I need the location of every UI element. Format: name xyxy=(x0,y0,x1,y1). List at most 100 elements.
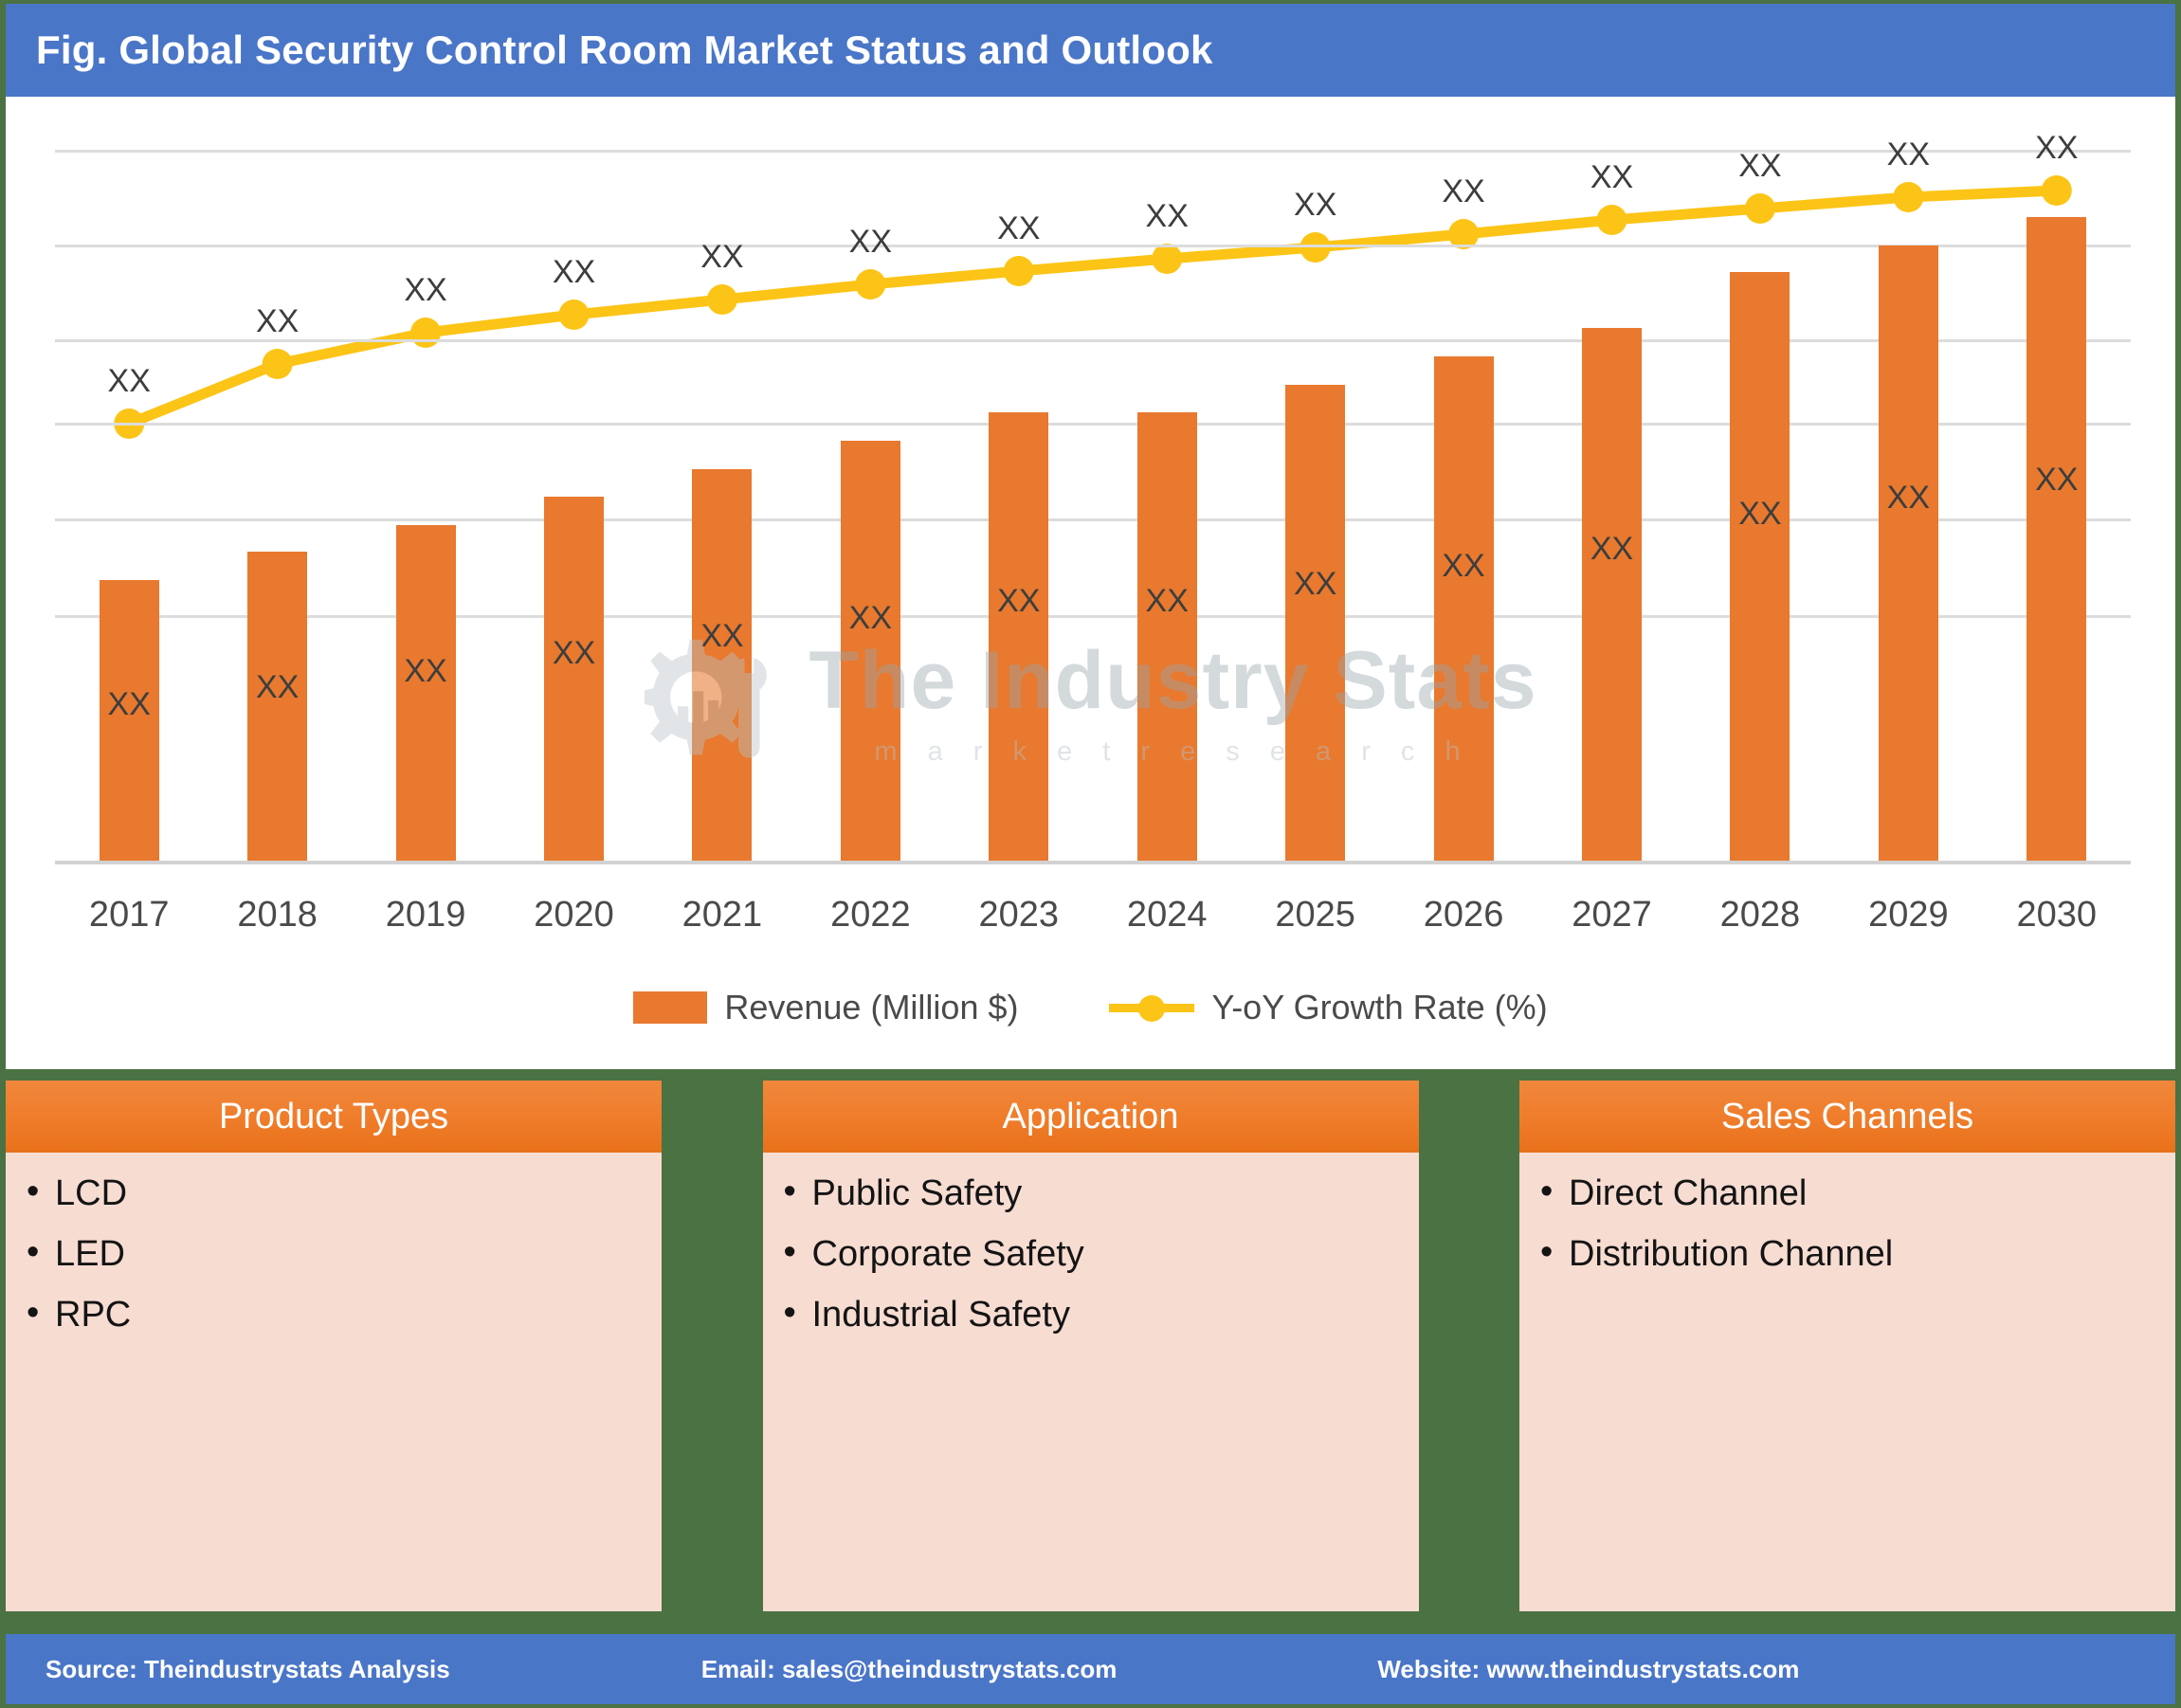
list-item: LCD xyxy=(23,1173,645,1211)
x-axis-tick-2028: 2028 xyxy=(1719,895,1801,935)
bar-value-label-2027: XX xyxy=(1590,530,1634,567)
gridline xyxy=(55,423,2131,426)
x-axis-tick-2030: 2030 xyxy=(2016,895,2098,935)
bar-value-label-2022: XX xyxy=(848,600,893,637)
panel-title-product-types: Product Types xyxy=(6,1081,662,1153)
bar-value-label-2019: XX xyxy=(404,652,447,689)
list-item: LED xyxy=(23,1234,645,1272)
growth-value-label-2020: XX xyxy=(552,254,596,290)
growth-marker-2030 xyxy=(2041,175,2072,206)
legend-swatch-icon xyxy=(633,991,708,1024)
bar-2020 xyxy=(544,497,604,861)
chart-card: XX XX 2017 XX XX 2018 XX XX 2019 XX XX 2020 XX XX 2021… xyxy=(6,97,2175,1069)
growth-value-label-2022: XX xyxy=(848,224,893,260)
legend-label-growth-rate: Y-oY Growth Rate (%) xyxy=(1211,988,1548,1027)
panel-body-sales-channels: Direct Channel Distribution Channel xyxy=(1519,1153,2175,1611)
bar-2030 xyxy=(2027,217,2087,861)
legend-item-revenue[interactable]: Revenue (Million $) xyxy=(633,988,1018,1027)
growth-value-label-2028: XX xyxy=(1738,148,1782,184)
growth-marker-2023 xyxy=(1003,256,1034,286)
growth-marker-2025 xyxy=(1300,232,1331,263)
legend-line-marker-icon xyxy=(1109,993,1195,1022)
growth-marker-2019 xyxy=(410,318,442,348)
bar-value-label-2023: XX xyxy=(997,582,1041,619)
gridline xyxy=(55,150,2131,153)
bar-2019 xyxy=(395,525,456,861)
bar-2027 xyxy=(1582,328,1642,861)
gridline xyxy=(55,615,2131,618)
growth-value-label-2029: XX xyxy=(1886,136,1931,173)
growth-marker-2022 xyxy=(855,269,886,300)
legend-item-growth-rate[interactable]: Y-oY Growth Rate (%) xyxy=(1109,988,1548,1027)
bar-2022 xyxy=(840,441,900,861)
growth-value-label-2019: XX xyxy=(404,272,447,308)
list-item: RPC xyxy=(23,1295,645,1333)
x-axis-tick-2029: 2029 xyxy=(1868,895,1949,935)
page-title: Fig. Global Security Control Room Market… xyxy=(36,27,1213,72)
bar-value-label-2028: XX xyxy=(1738,495,1782,532)
footer-website[interactable]: Website: www.theindustrystats.com xyxy=(1377,1655,1799,1684)
gridline xyxy=(55,518,2131,521)
list-item: Distribution Channel xyxy=(1536,1234,2158,1272)
x-axis-tick-2018: 2018 xyxy=(237,895,318,935)
x-axis-tick-2020: 2020 xyxy=(534,895,614,935)
panel-body-product-types: LCD LED RPC xyxy=(6,1153,662,1611)
x-axis-tick-2022: 2022 xyxy=(830,895,911,935)
panel-title-sales-channels: Sales Channels xyxy=(1519,1081,2175,1153)
growth-value-label-2018: XX xyxy=(255,303,300,339)
x-axis-tick-2024: 2024 xyxy=(1126,895,1208,935)
growth-value-label-2027: XX xyxy=(1590,159,1634,195)
bar-value-label-2018: XX xyxy=(255,668,300,705)
growth-marker-2029 xyxy=(1893,182,1924,212)
bar-value-label-2017: XX xyxy=(107,686,151,723)
bar-2025 xyxy=(1285,385,1346,861)
x-axis-tick-2023: 2023 xyxy=(978,895,1060,935)
panel-body-application: Public Safety Corporate Safety Industria… xyxy=(762,1153,1419,1611)
bar-2026 xyxy=(1433,356,1494,861)
bar-value-label-2029: XX xyxy=(1886,479,1931,516)
growth-value-label-2026: XX xyxy=(1442,173,1485,209)
bar-value-label-2020: XX xyxy=(552,634,596,671)
x-axis-tick-2025: 2025 xyxy=(1275,895,1355,935)
panel-sales-channels: Sales Channels Direct Channel Distributi… xyxy=(1519,1081,2175,1611)
growth-marker-2024 xyxy=(1152,244,1183,274)
bar-value-label-2021: XX xyxy=(700,617,744,654)
growth-value-label-2024: XX xyxy=(1145,198,1189,234)
bar-value-label-2024: XX xyxy=(1145,582,1189,619)
x-axis-tick-2021: 2021 xyxy=(682,895,763,935)
bar-2018 xyxy=(247,552,308,861)
panel-title-application: Application xyxy=(762,1081,1419,1153)
bar-value-label-2026: XX xyxy=(1442,548,1485,585)
x-axis-tick-2017: 2017 xyxy=(88,895,170,935)
growth-value-label-2023: XX xyxy=(997,210,1041,246)
bar-value-label-2030: XX xyxy=(2035,462,2079,499)
gridline xyxy=(55,339,2131,342)
list-item: Industrial Safety xyxy=(780,1295,1402,1333)
growth-value-label-2017: XX xyxy=(107,363,151,399)
bar-2021 xyxy=(692,469,753,861)
panel-application: Application Public Safety Corporate Safe… xyxy=(762,1081,1419,1611)
gridline xyxy=(55,245,2131,247)
x-axis-tick-2019: 2019 xyxy=(385,895,466,935)
growth-marker-2020 xyxy=(558,300,590,330)
growth-marker-2027 xyxy=(1596,205,1627,235)
bar-2023 xyxy=(989,412,1049,861)
footer-source: Source: Theindustrystats Analysis xyxy=(45,1654,450,1683)
x-axis-tick-2027: 2027 xyxy=(1572,895,1652,935)
bar-2029 xyxy=(1878,245,1938,861)
segment-panels: Product Types LCD LED RPC Application Pu… xyxy=(0,1081,2181,1611)
list-item: Public Safety xyxy=(780,1173,1402,1211)
title-banner: Fig. Global Security Control Room Market… xyxy=(6,4,2175,97)
bar-value-label-2025: XX xyxy=(1293,565,1337,602)
list-item: Direct Channel xyxy=(1536,1173,2158,1211)
growth-marker-2028 xyxy=(1744,193,1775,224)
panel-product-types: Product Types LCD LED RPC xyxy=(6,1081,662,1611)
footer-bar: Source: Theindustrystats Analysis Email:… xyxy=(6,1634,2175,1704)
plot-area: XX XX 2017 XX XX 2018 XX XX 2019 XX XX 2020 XX XX 2021… xyxy=(55,130,2131,935)
bar-2028 xyxy=(1730,272,1790,861)
legend-label-revenue: Revenue (Million $) xyxy=(724,988,1019,1027)
x-axis-tick-2026: 2026 xyxy=(1423,895,1504,935)
list-item: Corporate Safety xyxy=(780,1234,1402,1272)
footer-email[interactable]: Email: sales@theindustrystats.com xyxy=(701,1655,1118,1684)
growth-marker-2018 xyxy=(262,349,293,379)
